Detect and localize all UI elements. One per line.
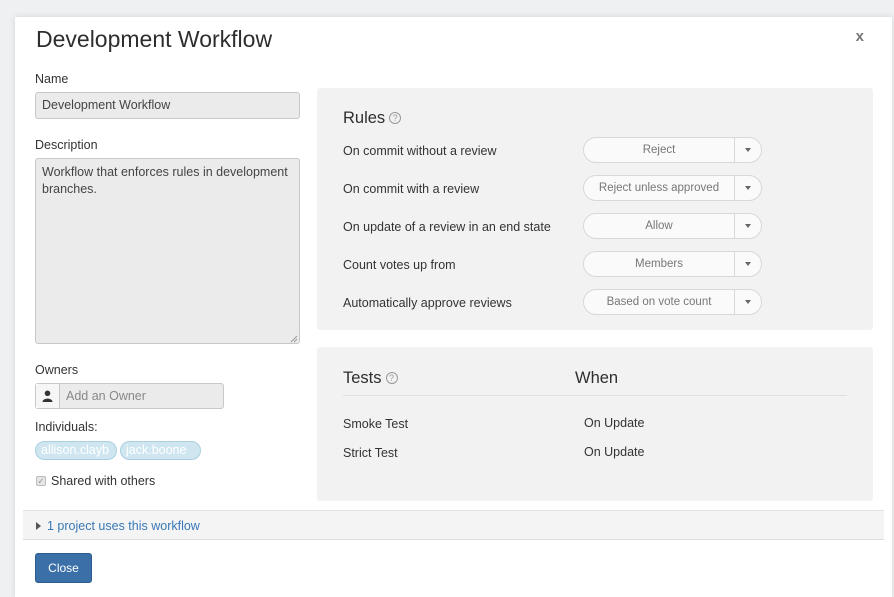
rule-label: Count votes up from bbox=[343, 258, 456, 272]
close-icon[interactable]: x bbox=[856, 28, 864, 45]
rule-label: Automatically approve reviews bbox=[343, 296, 512, 310]
rule-select-value: Reject bbox=[642, 144, 676, 156]
owners-label: Owners bbox=[35, 363, 79, 377]
test-name: Smoke Test bbox=[343, 417, 409, 431]
help-icon[interactable]: ? bbox=[385, 372, 398, 384]
rule-select-value: Based on vote count bbox=[606, 296, 712, 308]
rules-panel: Rules? On commit without a review Reject… bbox=[317, 88, 873, 330]
rule-select[interactable]: Members bbox=[583, 251, 762, 277]
help-icon[interactable]: ? bbox=[389, 112, 402, 124]
rule-select-value: Reject unless approved bbox=[598, 182, 720, 194]
rule-select[interactable]: Allow bbox=[583, 213, 762, 239]
when-heading: When bbox=[575, 369, 619, 387]
rules-heading: Rules? bbox=[343, 109, 402, 128]
chevron-down-icon[interactable] bbox=[734, 214, 761, 238]
shared-checkbox[interactable]: ✓ bbox=[36, 476, 46, 486]
chevron-down-icon[interactable] bbox=[734, 176, 761, 200]
rule-select[interactable]: Reject bbox=[583, 137, 762, 163]
description-textarea[interactable]: Workflow that enforces rules in developm… bbox=[35, 158, 300, 344]
resize-grip-icon[interactable] bbox=[290, 335, 298, 343]
chevron-down-icon[interactable] bbox=[734, 290, 761, 314]
chevron-right-icon[interactable] bbox=[36, 522, 41, 530]
name-label: Name bbox=[35, 72, 69, 86]
rule-label: On commit without a review bbox=[343, 144, 497, 158]
chevron-down-icon[interactable] bbox=[734, 252, 761, 276]
name-input[interactable]: Development Workflow bbox=[35, 92, 300, 119]
user-icon bbox=[36, 384, 60, 408]
owner-input[interactable]: Add an Owner bbox=[35, 383, 224, 409]
tests-heading-text: Tests bbox=[343, 369, 382, 387]
description-label: Description bbox=[35, 138, 98, 152]
test-name: Strict Test bbox=[343, 446, 398, 460]
owner-chip[interactable]: allison.clayb bbox=[35, 441, 117, 460]
close-button[interactable]: Close bbox=[35, 553, 92, 583]
shared-label: Shared with others bbox=[51, 474, 156, 488]
test-when: On Update bbox=[584, 445, 645, 459]
rule-select[interactable]: Based on vote count bbox=[583, 289, 762, 315]
tests-panel: Tests? When Smoke Test On Update Strict … bbox=[317, 347, 873, 501]
rule-select-value: Allow bbox=[645, 220, 673, 232]
owner-placeholder: Add an Owner bbox=[66, 389, 146, 403]
workflow-dialog: Development Workflow x Name Development … bbox=[15, 17, 892, 597]
tests-heading: Tests? bbox=[343, 369, 398, 388]
projects-bar[interactable]: 1 project uses this workflow bbox=[23, 510, 884, 540]
test-when: On Update bbox=[584, 416, 645, 430]
rule-label: On commit with a review bbox=[343, 182, 480, 196]
chevron-down-icon[interactable] bbox=[734, 138, 761, 162]
individuals-label: Individuals: bbox=[35, 420, 98, 434]
dialog-title: Development Workflow bbox=[36, 26, 273, 52]
projects-link[interactable]: 1 project uses this workflow bbox=[47, 519, 200, 533]
owner-chip[interactable]: jack.boone bbox=[120, 441, 201, 460]
divider bbox=[343, 395, 847, 396]
rule-label: On update of a review in an end state bbox=[343, 220, 551, 234]
rule-select-value: Members bbox=[635, 258, 683, 270]
rule-select[interactable]: Reject unless approved bbox=[583, 175, 762, 201]
rules-heading-text: Rules bbox=[343, 109, 386, 127]
